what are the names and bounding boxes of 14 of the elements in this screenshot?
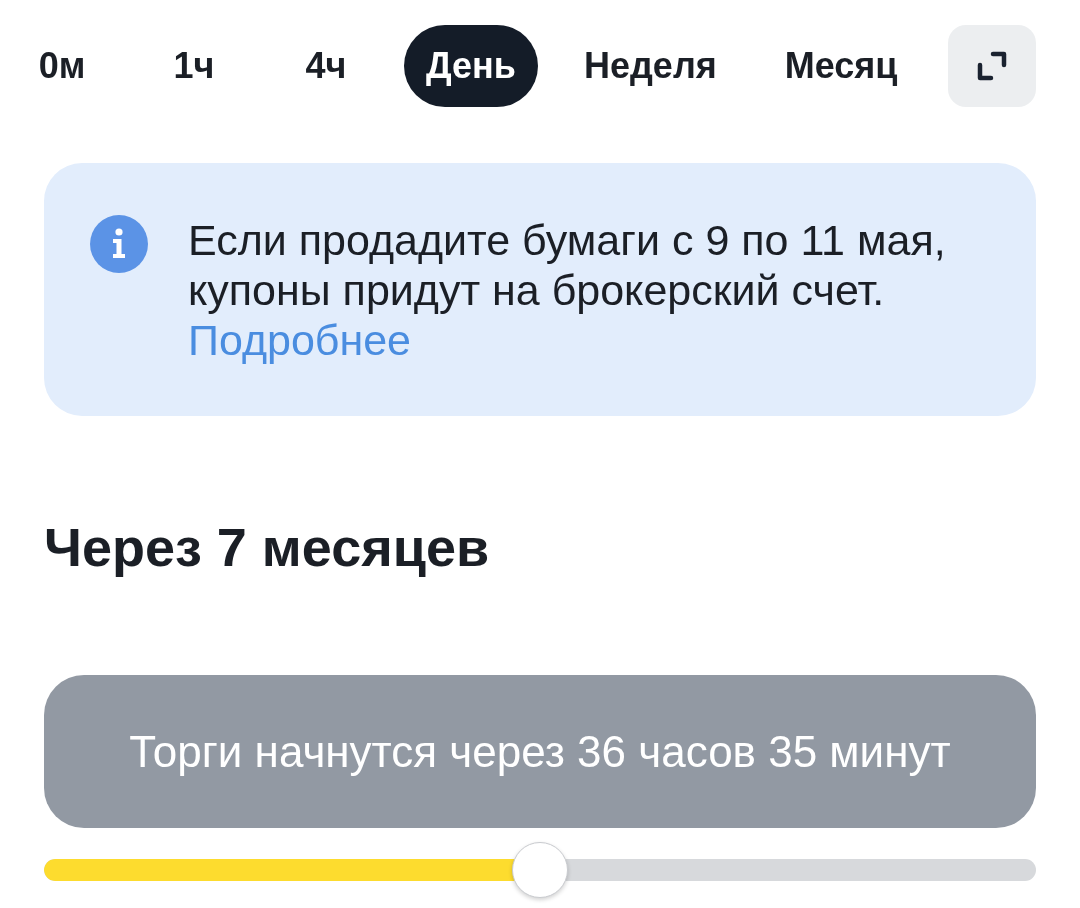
timeframe-tab[interactable]: Месяц (762, 25, 920, 107)
expand-button[interactable] (948, 25, 1036, 107)
timeframe-tab[interactable]: 4ч (272, 25, 380, 107)
timeframe-tab[interactable]: День (404, 25, 538, 107)
timeframe-tab[interactable]: Неделя (562, 25, 739, 107)
info-icon (90, 215, 148, 273)
timeframe-tab[interactable]: 1ч (140, 25, 248, 107)
slider-track[interactable] (44, 842, 1036, 898)
info-text: Если продадите бумаги с 9 по 11 мая, купоны придут на брокерский счет. (188, 215, 947, 315)
timeframe-tab[interactable]: 0м (8, 25, 116, 107)
expand-icon (977, 51, 1007, 81)
slider-thumb[interactable] (512, 842, 568, 898)
section-title: Через 7 месяцев (44, 516, 490, 578)
toast-text: Торги начнутся через 36 часов 35 минут (129, 726, 951, 777)
